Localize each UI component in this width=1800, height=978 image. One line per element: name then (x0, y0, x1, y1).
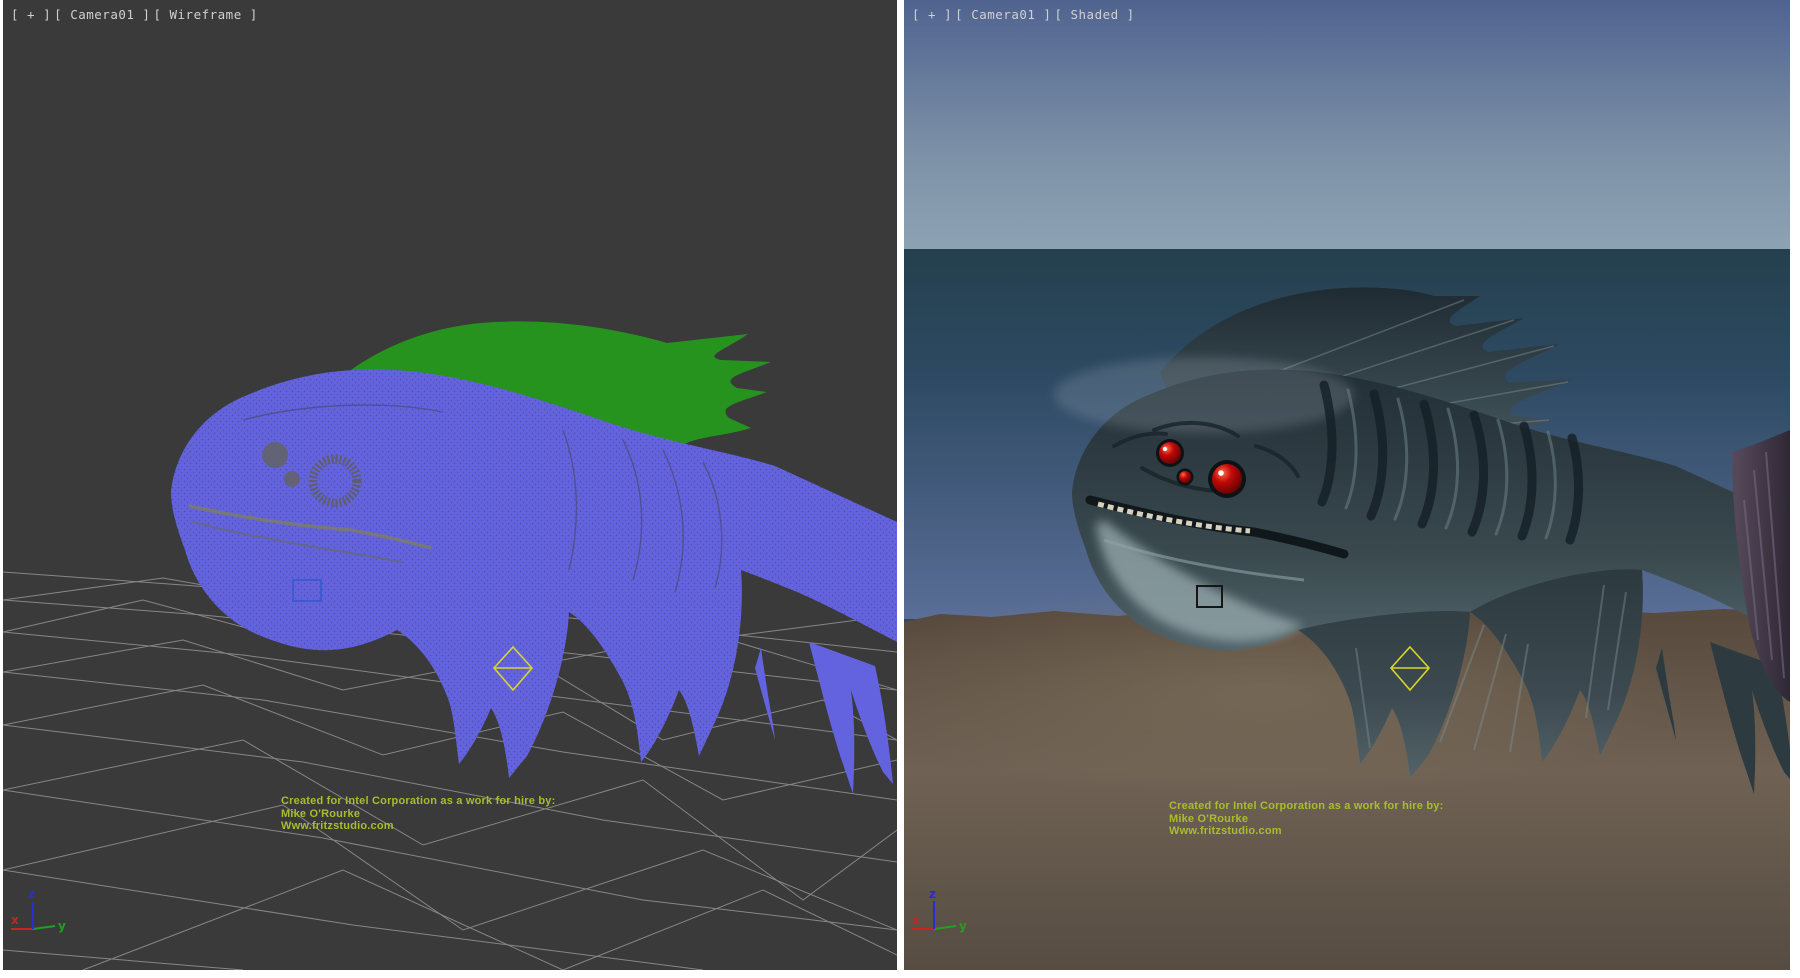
watermark-text: Created for Intel Corporation as a work … (1169, 800, 1443, 838)
viewport-menu-general[interactable]: [ + ] (912, 7, 952, 22)
axis-x-label: x (912, 913, 920, 927)
fish-eye-right (1212, 464, 1242, 494)
head-sheen (1054, 357, 1354, 433)
world-axis-tripod: x y z (3, 884, 123, 964)
fish-model-wireframe[interactable] (171, 369, 897, 794)
axis-y-label: y (58, 919, 66, 933)
axis-z-label: z (28, 887, 35, 901)
viewport-menu-camera[interactable]: [ Camera01 ] (54, 7, 150, 22)
wireframe-stipple-overlay (171, 369, 897, 778)
axis-z-label: z (929, 887, 936, 901)
axis-y-label: y (959, 919, 967, 933)
sky-backdrop (904, 0, 1790, 249)
axis-x-label: x (11, 913, 19, 927)
viewport-menu-shading[interactable]: [ Wireframe ] (153, 7, 257, 22)
fish-eye-spot-small (284, 471, 300, 487)
viewport-menu-shading[interactable]: [ Shaded ] (1054, 7, 1134, 22)
watermark-text: Created for Intel Corporation as a work … (281, 795, 555, 833)
viewport-shaded[interactable]: [ + ][ Camera01 ][ Shaded ] (904, 0, 1790, 970)
eye-highlight (1218, 470, 1224, 476)
viewport-label: [ + ][ Camera01 ][ Wireframe ] (11, 7, 261, 22)
viewport-wireframe[interactable]: [ + ][ Camera01 ][ Wireframe ] (3, 0, 897, 970)
fish-eye-left (1159, 442, 1181, 464)
eye-highlight (1163, 447, 1167, 451)
viewport-menu-general[interactable]: [ + ] (11, 7, 51, 22)
viewport-label: [ + ][ Camera01 ][ Shaded ] (912, 7, 1138, 22)
viewport-menu-camera[interactable]: [ Camera01 ] (955, 7, 1051, 22)
fish-eye-small (1179, 471, 1191, 483)
fish-eye-spot (262, 442, 288, 468)
world-axis-tripod: x y z (904, 884, 1024, 964)
